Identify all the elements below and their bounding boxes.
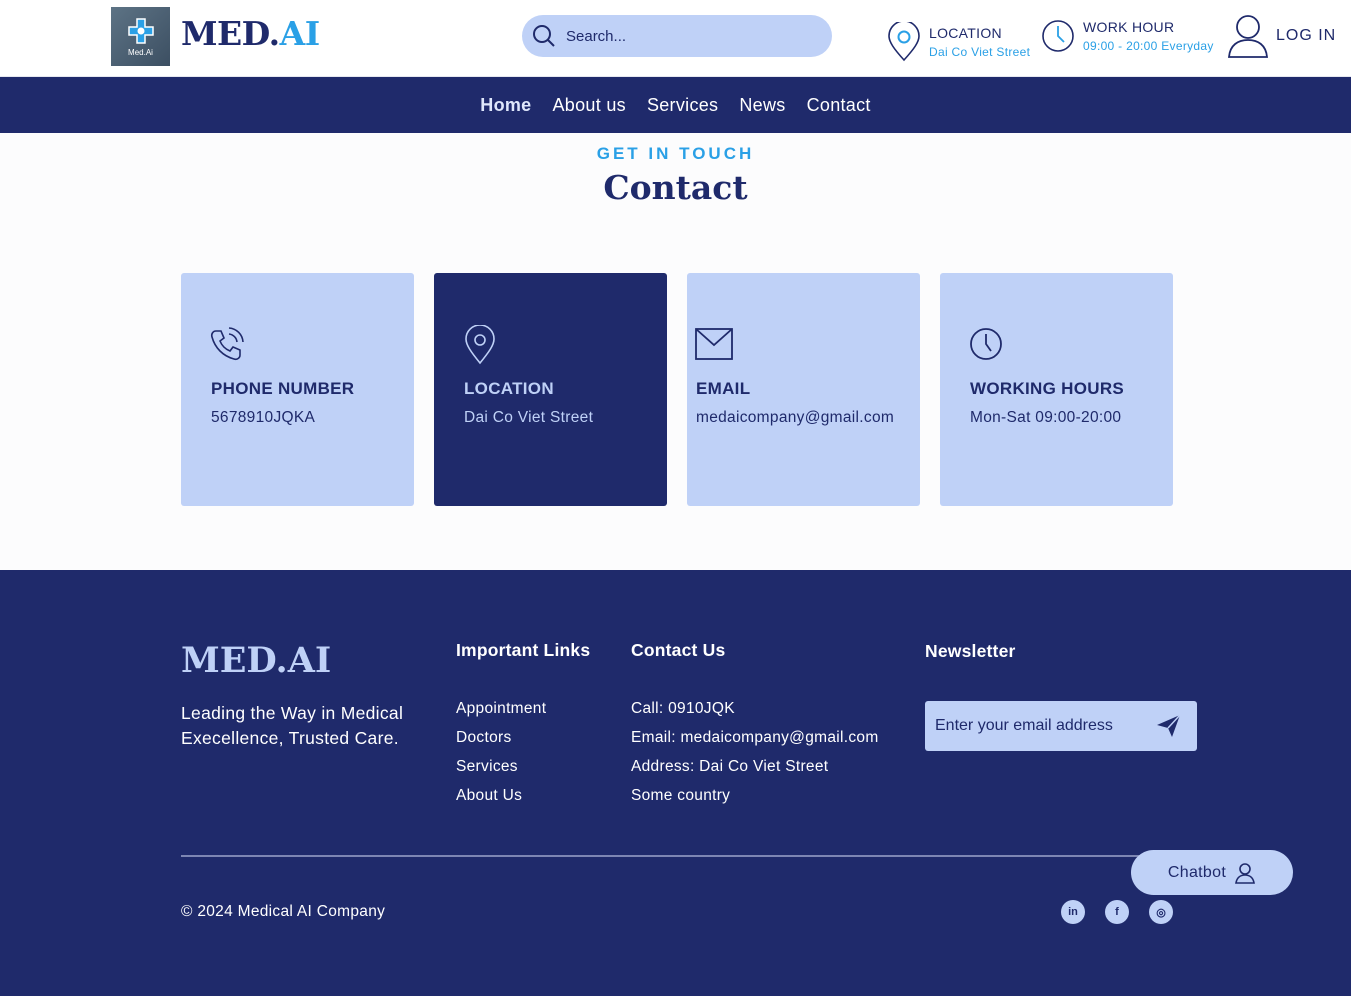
facebook-icon[interactable]: f [1105,900,1129,924]
newsletter-email-input[interactable] [935,717,1150,735]
copyright: © 2024 Medical AI Company [181,903,386,920]
link-appointment[interactable]: Appointment [456,700,546,729]
card-location-value: Dai Co Viet Street [464,409,594,426]
nav-home[interactable]: Home [480,95,531,116]
clock-icon [970,328,1002,360]
location-title: LOCATION [929,25,1002,41]
card-phone-title: PHONE NUMBER [211,379,355,398]
location-pin-icon [465,325,495,365]
location-pin-icon [888,22,920,62]
linkedin-icon[interactable]: in [1061,900,1085,924]
card-hours-value: Mon-Sat 09:00-20:00 [970,409,1122,426]
send-icon[interactable] [1156,714,1182,738]
nav-about-us[interactable]: About us [552,95,625,116]
contact-address: Address: Dai Co Viet Street [631,758,829,775]
footer-brand[interactable]: MED.AI [181,640,331,681]
instagram-icon[interactable]: ◎ [1149,900,1173,924]
clock-icon [1042,20,1074,52]
link-services[interactable]: Services [456,758,546,787]
contact-email: Email: medaicompany@gmail.com [631,729,879,746]
card-email-value: medaicompany@gmail.com [696,409,895,426]
header-location: LOCATION Dai Co Viet Street [887,22,1030,62]
chatbot-label: Chatbot [1167,863,1227,881]
mail-icon [695,328,733,360]
card-email-title: EMAIL [696,379,751,398]
chatbot-button[interactable]: Chatbot [1131,850,1293,895]
card-phone-value: 5678910JQKA [211,409,316,426]
footer-tagline: Leading the Way in Medical Execellence, … [181,703,404,748]
links-heading: Important Links [456,640,591,660]
card-location: LOCATION Dai Co Viet Street [434,273,667,506]
login-label: LOG IN [1276,27,1337,44]
logo[interactable]: Med.Ai [111,7,170,66]
workhour-title: WORK HOUR [1083,19,1175,35]
link-about-us[interactable]: About Us [456,787,546,816]
footer-divider [181,855,1173,857]
location-value: Dai Co Viet Street [929,45,1031,59]
medical-cross-icon [127,18,154,44]
newsletter-heading: Newsletter [925,641,1016,661]
brand-main: MED. [181,14,280,53]
search-icon [533,25,555,47]
card-email: EMAIL medaicompany@gmail.com [687,273,920,506]
card-phone: PHONE NUMBER 5678910JQKA [181,273,414,506]
nav-services[interactable]: Services [647,95,718,116]
phone-icon [210,327,244,361]
contact-list: Call: 0910JQK Email: medaicompany@gmail.… [631,700,879,816]
main-nav: Home About us Services News Contact [0,77,1351,133]
section-kicker: GET IN TOUCH [596,144,755,163]
header-workhour: WORK HOUR 09:00 - 20:00 Everyday [1041,19,1214,53]
card-hours: WORKING HOURS Mon-Sat 09:00-20:00 [940,273,1173,506]
newsletter-form [925,701,1197,751]
user-icon [1228,15,1268,58]
page-title: Contact [603,168,748,207]
login-button[interactable]: LOG IN [1226,13,1336,59]
search-input[interactable] [566,27,806,45]
nav-contact[interactable]: Contact [807,95,871,116]
logo-caption: Med.Ai [128,48,153,57]
user-icon [1235,862,1256,884]
contact-country: Some country [631,787,731,804]
link-doctors[interactable]: Doctors [456,729,546,758]
important-links-list: Appointment Doctors Services About Us [456,700,546,816]
footer: MED.AI Leading the Way in Medical Execel… [0,570,1351,996]
card-location-title: LOCATION [464,379,554,398]
contact-heading: Contact Us [631,640,726,660]
workhour-value: 09:00 - 20:00 Everyday [1083,39,1214,53]
header: Med.Ai MED.AI LOCATION Dai Co Viet Stree… [0,0,1351,77]
search-bar[interactable] [522,15,832,57]
nav-news[interactable]: News [739,95,785,116]
brand-accent: AI [279,14,321,53]
card-hours-title: WORKING HOURS [970,379,1125,398]
contact-call: Call: 0910JQK [631,700,735,717]
brand-title[interactable]: MED.AI [181,14,320,53]
